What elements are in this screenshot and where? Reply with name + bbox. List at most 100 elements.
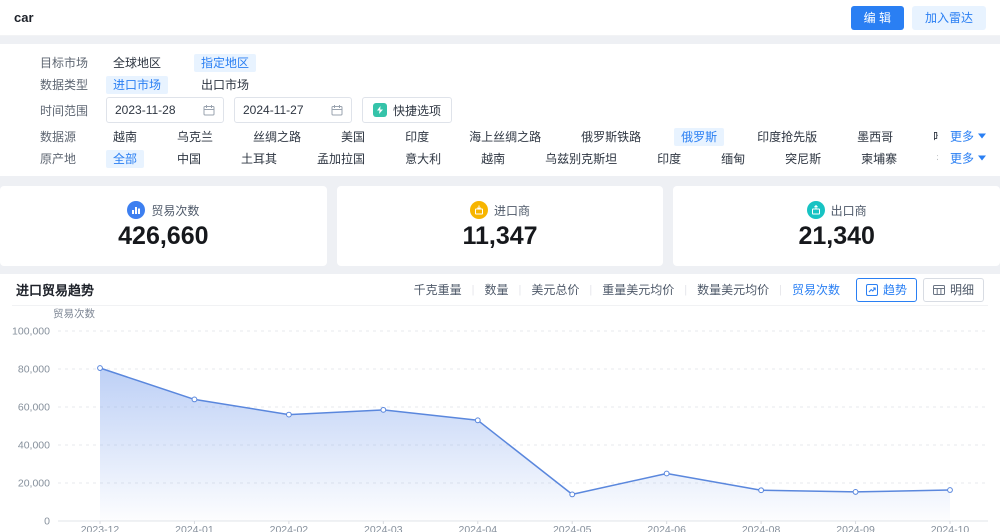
stat-value: 11,347: [462, 222, 538, 250]
data-point[interactable]: [191, 396, 198, 403]
origin-option[interactable]: 意大利: [398, 150, 448, 168]
data-source-option[interactable]: 印度抢先版: [750, 128, 824, 146]
data-source-option[interactable]: 乌克兰: [170, 128, 220, 146]
view-detail-label: 明细: [949, 283, 974, 297]
origin-label: 原产地: [40, 151, 77, 166]
y-tick-label: 80,000: [18, 364, 50, 376]
trend-chart-icon: [865, 283, 878, 296]
data-source-option[interactable]: 海上丝绸之路: [462, 128, 548, 146]
origin-option[interactable]: 柬埔寨: [854, 150, 904, 168]
more-label: 更多: [949, 129, 974, 144]
stat-label: 进口商: [494, 203, 531, 218]
data-source-option[interactable]: 丝绸之路: [246, 128, 308, 146]
chevron-down-icon: [978, 155, 986, 161]
metric-tab[interactable]: 千克重量: [404, 281, 472, 298]
data-source-option[interactable]: 印度: [398, 128, 436, 146]
data-point[interactable]: [380, 406, 387, 413]
quick-options-button[interactable]: 快捷选项: [362, 97, 453, 123]
stat-value: 426,660: [118, 222, 209, 250]
data-point[interactable]: [947, 487, 953, 493]
metric-tab[interactable]: 贸易次数: [782, 281, 850, 298]
stat-card-trade-count: 贸易次数 426,660: [0, 186, 327, 266]
origin-option[interactable]: 土耳其: [234, 150, 284, 168]
data-source-options: 越南乌克兰丝绸之路美国印度海上丝绸之路俄罗斯铁路俄罗斯印度抢先版墨西哥哈萨克斯坦…: [106, 127, 986, 146]
add-to-radar-button[interactable]: 加入雷达: [911, 5, 986, 30]
time-range-row: 时间范围 2023-11-28 2024-11-27 快捷选项: [40, 95, 986, 125]
time-range-label: 时间范围: [40, 103, 89, 118]
x-tick-label: 2024-06: [647, 524, 686, 532]
metric-tab[interactable]: 重量美元均价: [592, 281, 684, 298]
y-tick-label: 40,000: [18, 440, 50, 452]
y-tick-label: 100,000: [12, 326, 50, 338]
quick-options-icon: [373, 103, 387, 117]
x-tick-label: 2023-12: [81, 524, 120, 532]
end-date-picker[interactable]: 2024-11-27: [234, 97, 352, 123]
importer-icon: [470, 201, 488, 219]
data-point[interactable]: [474, 417, 481, 424]
origin-option[interactable]: 中国: [170, 150, 208, 168]
origin-option[interactable]: 全部: [106, 149, 145, 168]
data-point[interactable]: [569, 491, 576, 498]
data-source-more-link[interactable]: 更多: [937, 127, 986, 145]
origin-option[interactable]: 缅甸: [714, 150, 752, 168]
trend-title: 进口贸易趋势: [16, 283, 95, 298]
metric-tab[interactable]: 数量: [474, 281, 518, 298]
quick-options-label: 快捷选项: [393, 103, 442, 118]
data-source-option[interactable]: 墨西哥: [850, 128, 900, 146]
exporter-icon: [806, 201, 825, 219]
origin-option[interactable]: 乌兹别克斯坦: [538, 150, 624, 168]
stat-label: 贸易次数: [151, 203, 200, 218]
origin-row: 原产地 全部中国土耳其孟加拉国意大利越南乌兹别克斯坦印度缅甸突尼斯柬埔寨德国保加…: [40, 147, 986, 169]
view-trend-button[interactable]: 趋势: [855, 277, 917, 302]
y-tick-label: 20,000: [18, 478, 50, 490]
view-detail-button[interactable]: 明细: [922, 277, 984, 302]
data-point[interactable]: [97, 365, 103, 371]
origin-option[interactable]: 印度: [650, 150, 688, 168]
origin-more-link[interactable]: 更多: [937, 149, 986, 167]
bar-chart-icon: [127, 201, 146, 219]
data-source-option[interactable]: 俄罗斯: [674, 127, 725, 146]
data-point[interactable]: [852, 489, 859, 495]
data-point[interactable]: [285, 411, 292, 418]
data-source-option[interactable]: 俄罗斯铁路: [574, 128, 648, 146]
metric-tab[interactable]: 数量美元均价: [687, 281, 779, 298]
more-label: 更多: [949, 151, 974, 166]
x-tick-label: 2024-09: [836, 524, 875, 532]
target-market-option[interactable]: 指定地区: [194, 53, 257, 72]
data-type-option[interactable]: 进口市场: [106, 75, 169, 94]
x-tick-label: 2024-08: [742, 524, 781, 532]
stat-cards-row: 贸易次数 426,660 进口商 11,347 出口商 21,340: [0, 186, 1000, 266]
x-tick-label: 2024-01: [175, 524, 214, 532]
target-market-option[interactable]: 全球地区: [106, 54, 168, 72]
edit-button[interactable]: 编 辑: [850, 5, 904, 30]
trend-area-chart: 0 20,000 40,000 60,000 80,000 100,000贸易次数 2023…: [12, 307, 988, 532]
trend-header: 进口贸易趋势 千克重量 | 数量 | 美元总价 | 重量美元均价 | 数量美元均价 | 贸易次数 趋…: [12, 274, 988, 306]
data-source-label: 数据源: [40, 129, 77, 144]
start-date-picker[interactable]: 2023-11-28: [106, 97, 224, 123]
origin-option[interactable]: 突尼斯: [778, 150, 828, 168]
stat-label: 出口商: [830, 203, 867, 218]
trend-panel: 进口贸易趋势 千克重量 | 数量 | 美元总价 | 重量美元均价 | 数量美元均价 | 贸易次数 趋…: [0, 274, 1000, 532]
origin-option[interactable]: 孟加拉国: [310, 150, 372, 168]
calendar-icon: [331, 105, 343, 116]
target-market-label: 目标市场: [40, 55, 89, 70]
metric-tab[interactable]: 美元总价: [521, 281, 589, 298]
stat-card-exporters: 出口商 21,340: [673, 186, 1000, 266]
data-type-row: 数据类型 进口市场 出口市场: [40, 73, 986, 95]
data-source-option[interactable]: 越南: [106, 128, 144, 146]
stat-value: 21,340: [798, 222, 875, 250]
x-tick-label: 2024-04: [459, 524, 498, 532]
data-point[interactable]: [758, 487, 765, 494]
start-date-value: 2023-11-28: [115, 103, 176, 117]
y-tick-label: 60,000: [18, 402, 50, 414]
data-type-options: 进口市场 出口市场: [106, 75, 282, 94]
x-tick-label: 2024-10: [931, 524, 970, 532]
x-tick-label: 2024-05: [553, 524, 592, 532]
data-type-option[interactable]: 出口市场: [194, 76, 256, 94]
x-tick-label: 2024-02: [270, 524, 309, 532]
calendar-icon: [203, 105, 215, 116]
data-point[interactable]: [663, 470, 670, 477]
origin-option[interactable]: 越南: [474, 150, 512, 168]
data-source-option[interactable]: 美国: [334, 128, 372, 146]
origin-options: 全部中国土耳其孟加拉国意大利越南乌兹别克斯坦印度缅甸突尼斯柬埔寨德国保加利亚葡萄…: [106, 149, 986, 168]
